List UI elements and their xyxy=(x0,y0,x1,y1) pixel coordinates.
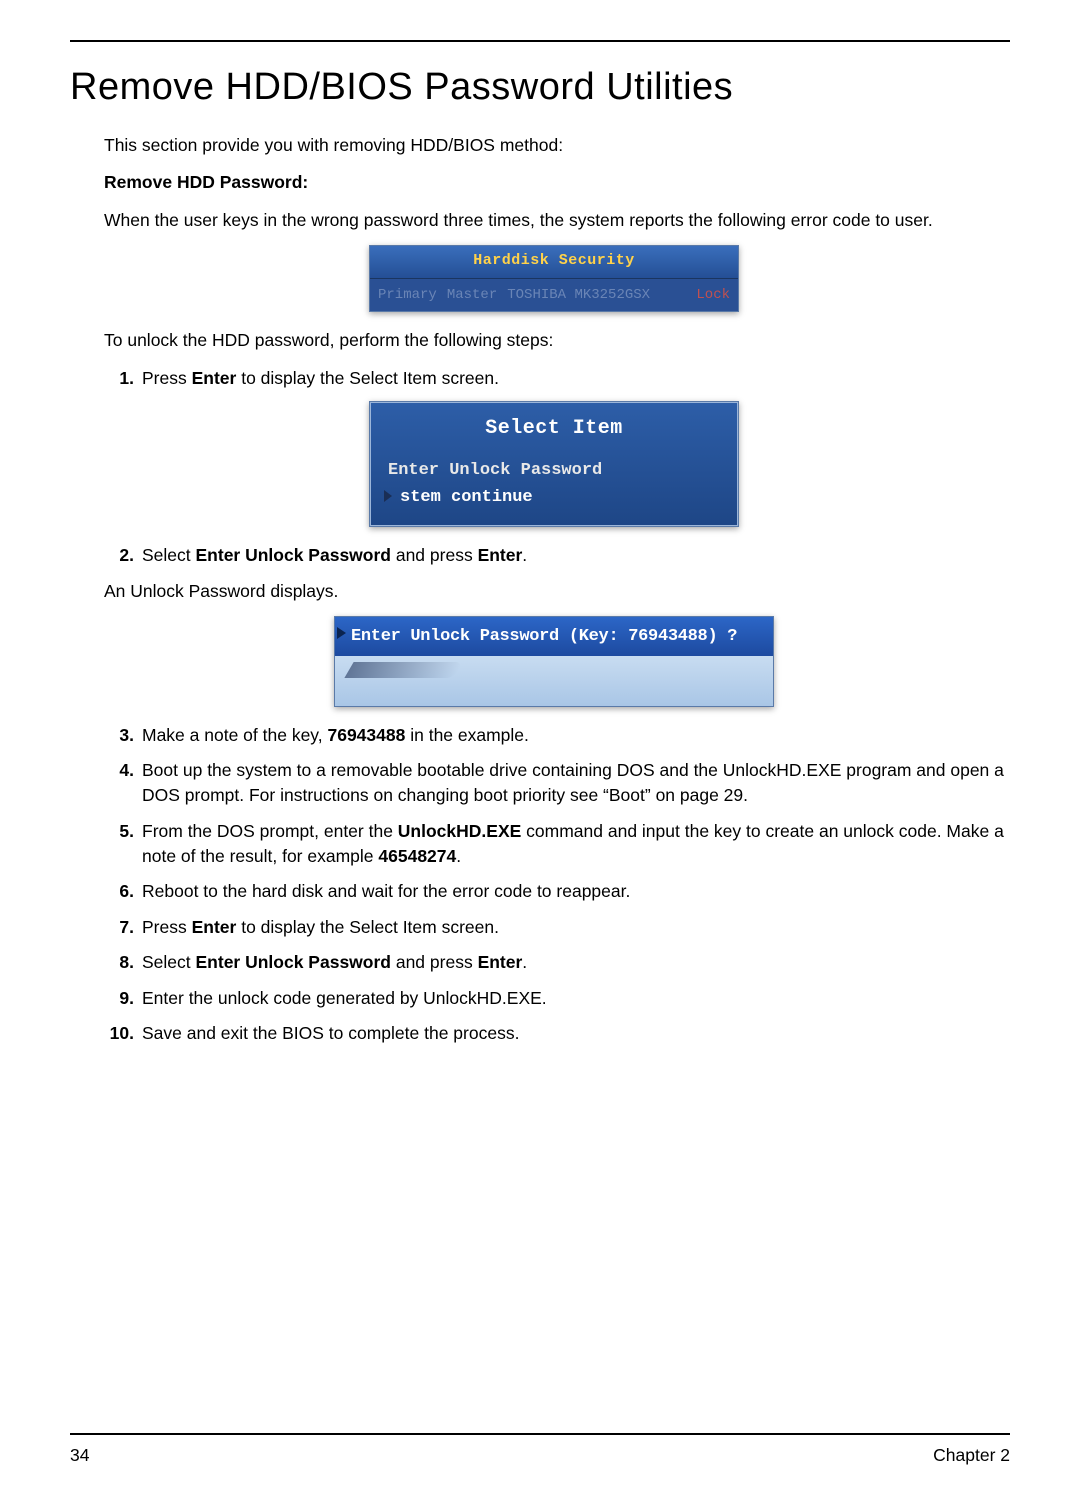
step-text: Enter the unlock code generated by Unloc… xyxy=(142,988,547,1008)
step-number: 6. xyxy=(104,879,134,904)
step-text: Save and exit the BIOS to complete the p… xyxy=(142,1023,519,1043)
page-footer: 34 Chapter 2 xyxy=(70,1433,1010,1466)
bios-option-continue: stem continue xyxy=(388,486,720,511)
ordered-list: 3. Make a note of the key, 76943488 in t… xyxy=(104,723,1004,1047)
ordered-list: 1. Press Enter to display the Select Ite… xyxy=(104,366,1004,391)
shadow-decoration xyxy=(344,662,463,678)
list-item: 5. From the DOS prompt, enter the Unlock… xyxy=(138,819,1004,870)
list-item: 1. Press Enter to display the Select Ite… xyxy=(138,366,1004,391)
page-title: Remove HDD/BIOS Password Utilities xyxy=(70,66,1010,109)
document-page: Remove HDD/BIOS Password Utilities This … xyxy=(0,0,1080,1512)
subheading: Remove HDD Password: xyxy=(104,170,1004,195)
paragraph: When the user keys in the wrong password… xyxy=(104,208,1004,233)
footer-row: 34 Chapter 2 xyxy=(70,1445,1010,1466)
bios-option-unlock: Enter Unlock Password xyxy=(388,459,720,484)
bios-col-primary: Primary xyxy=(378,285,437,305)
ordered-list: 2. Select Enter Unlock Password and pres… xyxy=(104,543,1004,568)
step-text: Press Enter to display the Select Item s… xyxy=(142,368,499,388)
bios-col-lock: Lock xyxy=(696,285,730,305)
step-text: From the DOS prompt, enter the UnlockHD.… xyxy=(142,821,1004,866)
bios-unlock-prompt: Enter Unlock Password (Key: 76943488) ? xyxy=(334,616,774,707)
bios-blank-area xyxy=(335,656,773,706)
step-text: Select Enter Unlock Password and press E… xyxy=(142,952,527,972)
list-item: 7. Press Enter to display the Select Ite… xyxy=(138,915,1004,940)
step-number: 1. xyxy=(104,366,134,391)
step-text: Select Enter Unlock Password and press E… xyxy=(142,545,527,565)
bios-prompt-line: Enter Unlock Password (Key: 76943488) ? xyxy=(335,617,773,656)
step-text: Press Enter to display the Select Item s… xyxy=(142,917,499,937)
paragraph: An Unlock Password displays. xyxy=(104,579,1004,604)
bios-row: Primary Master TOSHIBA MK3252GSX Lock xyxy=(370,279,738,311)
step-text: Boot up the system to a removable bootab… xyxy=(142,760,1004,805)
step-number: 3. xyxy=(104,723,134,748)
step-number: 4. xyxy=(104,758,134,783)
list-item: 3. Make a note of the key, 76943488 in t… xyxy=(138,723,1004,748)
step-number: 2. xyxy=(104,543,134,568)
cursor-icon xyxy=(384,490,392,502)
list-item: 10. Save and exit the BIOS to complete t… xyxy=(138,1021,1004,1046)
bios-col-model: TOSHIBA MK3252GSX xyxy=(507,285,650,305)
list-item: 8. Select Enter Unlock Password and pres… xyxy=(138,950,1004,975)
chapter-label: Chapter 2 xyxy=(933,1445,1010,1466)
top-rule xyxy=(70,40,1010,42)
step-text: Make a note of the key, 76943488 in the … xyxy=(142,725,529,745)
content-body: This section provide you with removing H… xyxy=(70,133,1010,1046)
bottom-rule xyxy=(70,1433,1010,1435)
step-number: 8. xyxy=(104,950,134,975)
figure-1: Harddisk Security Primary Master TOSHIBA… xyxy=(104,245,1004,312)
bios-harddisk-security: Harddisk Security Primary Master TOSHIBA… xyxy=(369,245,739,312)
list-item: 4. Boot up the system to a removable boo… xyxy=(138,758,1004,809)
bios-title: Select Item xyxy=(388,414,720,443)
step-number: 5. xyxy=(104,819,134,844)
list-item: 2. Select Enter Unlock Password and pres… xyxy=(138,543,1004,568)
page-number: 34 xyxy=(70,1445,89,1466)
paragraph: To unlock the HDD password, perform the … xyxy=(104,328,1004,353)
step-text: Reboot to the hard disk and wait for the… xyxy=(142,881,630,901)
bios-header: Harddisk Security xyxy=(370,246,738,279)
step-number: 9. xyxy=(104,986,134,1011)
cursor-icon xyxy=(337,627,346,639)
intro-paragraph: This section provide you with removing H… xyxy=(104,133,1004,158)
figure-2: Select Item Enter Unlock Password stem c… xyxy=(104,401,1004,527)
bios-select-item: Select Item Enter Unlock Password stem c… xyxy=(369,401,739,527)
list-item: 9. Enter the unlock code generated by Un… xyxy=(138,986,1004,1011)
list-item: 6. Reboot to the hard disk and wait for … xyxy=(138,879,1004,904)
step-number: 7. xyxy=(104,915,134,940)
bios-col-master: Master xyxy=(447,285,497,305)
step-number: 10. xyxy=(104,1021,134,1046)
figure-3: Enter Unlock Password (Key: 76943488) ? xyxy=(104,616,1004,707)
